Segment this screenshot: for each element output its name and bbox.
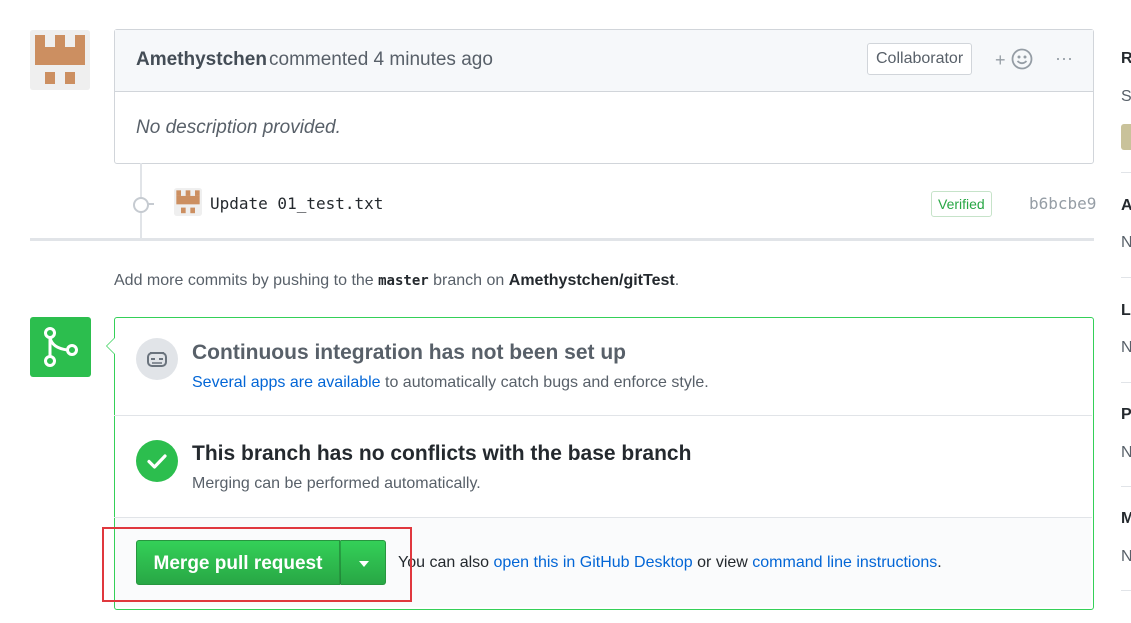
avatar[interactable] <box>30 30 90 90</box>
sidebar-divider <box>1121 172 1131 173</box>
merge-method-dropdown-button[interactable] <box>340 540 386 585</box>
more-options-icon[interactable]: ··· <box>1052 46 1076 70</box>
sidebar-divider <box>1121 486 1131 487</box>
sidebar-projects-value: N <box>1121 444 1131 461</box>
sidebar-milestone-value: N <box>1121 548 1131 565</box>
comment-author-link[interactable]: Amethystchen <box>136 49 267 71</box>
sidebar-divider <box>1121 277 1131 278</box>
push-hint: Add more commits by pushing to the maste… <box>114 272 679 290</box>
comment-body: No description provided. <box>136 117 341 138</box>
ci-description-rest: to automatically catch bugs and enforce … <box>380 374 709 391</box>
sidebar-milestone-heading[interactable]: M <box>1121 510 1131 528</box>
branch-name: master <box>378 273 429 289</box>
sidebar-projects-heading[interactable]: P <box>1121 406 1131 424</box>
push-hint-suffix: . <box>674 272 680 289</box>
caret-down-icon <box>359 561 369 567</box>
ci-title: Continuous integration has not been set … <box>192 341 626 364</box>
repo-name: Amethystchen/gitTest <box>508 272 675 289</box>
git-merge-icon <box>44 327 78 367</box>
plus-icon: + <box>995 50 1006 70</box>
comment-timestamp[interactable]: commented 4 minutes ago <box>269 49 493 71</box>
comment-header: Amethystchen commented 4 minutes ago Col… <box>115 30 1093 92</box>
sidebar-reviewers-value: S <box>1121 88 1131 105</box>
commit-node-dash <box>148 203 154 205</box>
ci-status-icon <box>136 338 178 380</box>
sidebar-divider <box>1121 382 1131 383</box>
sidebar-reviewers-heading[interactable]: R <box>1121 50 1131 68</box>
sidebar-assignees-heading[interactable]: A <box>1121 197 1131 215</box>
no-conflicts-icon <box>136 440 178 482</box>
commit-sha-link[interactable]: b6bcbe9 <box>1029 194 1096 213</box>
section-divider <box>114 415 1092 416</box>
merge-alt-suffix: . <box>937 554 942 571</box>
merge-status-icon <box>30 317 91 377</box>
sidebar-labels-heading[interactable]: L <box>1121 302 1131 320</box>
ci-description: Several apps are available to automatica… <box>192 374 709 392</box>
timeline-end-divider <box>30 238 1094 241</box>
verified-badge[interactable]: Verified <box>931 191 992 217</box>
open-in-github-desktop-link[interactable]: open this in GitHub Desktop <box>493 554 692 571</box>
merge-alt-middle: or view <box>692 554 753 571</box>
collaborator-badge: Collaborator <box>867 43 973 75</box>
comment-box: Amethystchen commented 4 minutes ago Col… <box>114 29 1094 164</box>
commit-message-link[interactable]: Update 01_test.txt <box>210 194 383 213</box>
merge-alternatives-text: You can also open this in GitHub Desktop… <box>398 554 942 572</box>
sidebar-divider <box>1121 590 1131 591</box>
available-apps-link[interactable]: Several apps are available <box>192 374 381 391</box>
merge-pull-request-button[interactable]: Merge pull request <box>136 540 340 585</box>
commit-node-icon <box>133 197 149 213</box>
no-conflicts-title: This branch has no conflicts with the ba… <box>192 442 692 465</box>
robot-icon <box>147 352 167 367</box>
smiley-icon <box>1011 48 1033 70</box>
identicon-image <box>174 188 202 216</box>
no-conflicts-description: Merging can be performed automatically. <box>192 475 481 492</box>
sidebar-labels-value: N <box>1121 339 1131 356</box>
commit-author-avatar[interactable] <box>174 188 202 216</box>
push-hint-prefix: Add more commits by pushing to the <box>114 272 379 289</box>
reviewer-avatar[interactable] <box>1121 124 1131 150</box>
command-line-instructions-link[interactable]: command line instructions <box>752 554 937 571</box>
identicon-image <box>30 30 90 90</box>
check-icon <box>147 454 167 469</box>
push-hint-middle: branch on <box>428 272 509 289</box>
add-reaction-button[interactable]: + <box>995 48 1035 72</box>
sidebar-assignees-value: N <box>1121 234 1131 251</box>
merge-alt-prefix: You can also <box>398 554 494 571</box>
merge-box-pointer-fill <box>107 338 115 354</box>
